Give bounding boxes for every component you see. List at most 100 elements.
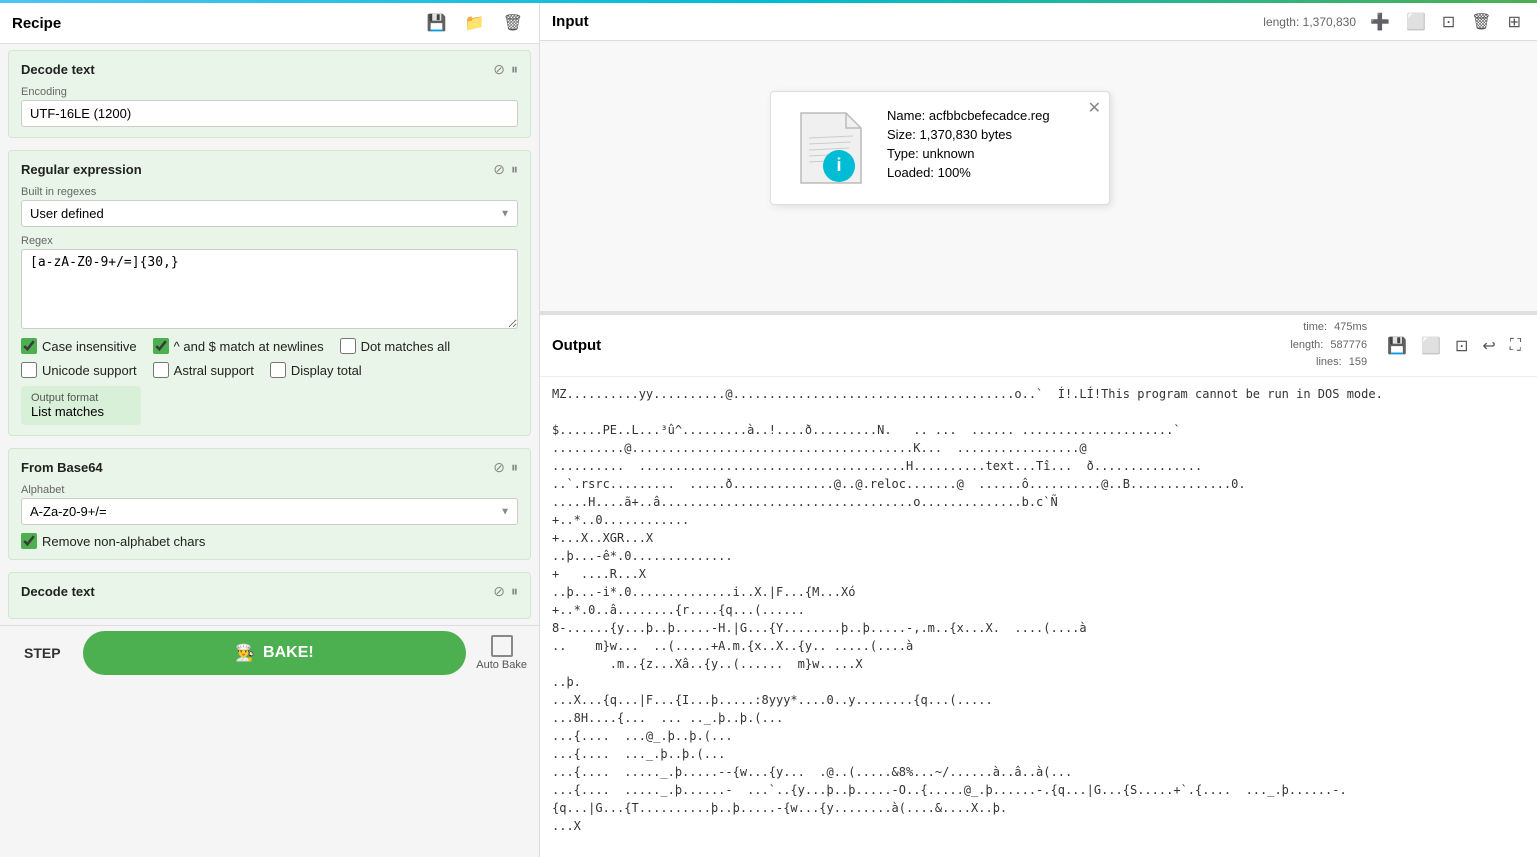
dot-matches-all-label: Dot matches all xyxy=(361,339,451,354)
output-format-label: Output format xyxy=(31,392,131,404)
alphabet-label: Alphabet xyxy=(21,484,518,496)
input-icons: ➕ ⬜ ⊡ 🗑 ⊞ xyxy=(1366,10,1525,34)
input-header: Input length: 1,370,830 ➕ ⬜ ⊡ 🗑 ⊞ xyxy=(540,3,1537,41)
input-meta: length: 1,370,830 xyxy=(1263,15,1356,29)
alphabet-row: A-Za-z0-9+/= xyxy=(21,498,518,525)
input-expand-button[interactable]: ⬜ xyxy=(1402,10,1430,34)
open-folder-button[interactable]: 📁 xyxy=(461,11,489,35)
step-button[interactable]: STEP xyxy=(12,637,73,669)
decode-text2-title: Decode text xyxy=(21,584,95,599)
file-type: Type: unknown xyxy=(887,146,1089,161)
svg-text:i: i xyxy=(836,155,841,175)
length-label: length: xyxy=(1290,339,1323,351)
input-add-button[interactable]: ➕ xyxy=(1366,10,1394,34)
output-format-value: List matches xyxy=(31,404,131,419)
case-insensitive-label: Case insensitive xyxy=(42,339,137,354)
output-title: Output xyxy=(552,337,601,354)
decode2-disable-button[interactable]: ⊘ xyxy=(493,583,505,600)
input-grid-button[interactable]: ⊞ xyxy=(1504,10,1525,34)
output-content: MZ..........yy..........@...............… xyxy=(540,377,1537,857)
astral-support-checkbox[interactable]: Astral support xyxy=(153,362,254,378)
bake-chef-icon: 👨‍🍳 xyxy=(235,643,255,663)
output-header: Output time: 475ms length: 587776 lines:… xyxy=(540,315,1537,377)
auto-bake-icon xyxy=(491,635,513,657)
output-section: Output time: 475ms length: 587776 lines:… xyxy=(540,314,1537,857)
regex-input[interactable]: [a-zA-Z0-9+/=]{30,} xyxy=(21,249,518,329)
recipe-header: Recipe 💾 📁 🗑 xyxy=(0,3,539,44)
save-button[interactable]: 💾 xyxy=(423,11,451,35)
close-file-card-button[interactable]: ✕ xyxy=(1088,98,1101,118)
output-icons: 💾 ⬜ ⊡ ↩ ⛶ xyxy=(1383,334,1525,358)
case-insensitive-checkbox[interactable]: Case insensitive xyxy=(21,338,137,354)
regex-collapse-button[interactable]: ⏸ xyxy=(511,161,518,178)
output-undo-button[interactable]: ↩ xyxy=(1478,334,1499,358)
right-panel: Input length: 1,370,830 ➕ ⬜ ⊡ 🗑 ⊞ xyxy=(540,3,1537,857)
from-base64-title: From Base64 xyxy=(21,460,103,475)
bake-button[interactable]: 👨‍🍳 BAKE! xyxy=(83,631,467,675)
file-icon-area: i xyxy=(791,108,871,188)
output-meta: time: 475ms length: 587776 lines: 159 xyxy=(1290,319,1367,372)
display-total-label: Display total xyxy=(291,363,362,378)
section-header-decode2: Decode text ⊘ ⏸ xyxy=(21,583,518,600)
lines-value: 159 xyxy=(1349,356,1367,368)
input-area: i Name: acfbbcbefecadce.reg Size: 1,370,… xyxy=(540,41,1537,311)
time-value: 475ms xyxy=(1334,321,1367,333)
encoding-input[interactable] xyxy=(21,100,518,127)
input-title: Input xyxy=(552,13,589,30)
base64-collapse-button[interactable]: ⏸ xyxy=(511,459,518,476)
regex-disable-button[interactable]: ⊘ xyxy=(493,161,505,178)
astral-support-label: Astral support xyxy=(174,363,254,378)
decode-collapse-button[interactable]: ⏸ xyxy=(511,61,518,78)
regex-section-title: Regular expression xyxy=(21,162,142,177)
output-format-box[interactable]: Output format List matches xyxy=(21,386,141,425)
file-info-card: i Name: acfbbcbefecadce.reg Size: 1,370,… xyxy=(770,91,1110,205)
output-copy-button[interactable]: ⬜ xyxy=(1417,334,1445,358)
delete-button[interactable]: 🗑 xyxy=(499,11,527,35)
section-header-decode: Decode text ⊘ ⏸ xyxy=(21,61,518,78)
file-info-text: Name: acfbbcbefecadce.reg Size: 1,370,83… xyxy=(887,108,1089,184)
alphabet-select[interactable]: A-Za-z0-9+/= xyxy=(21,498,518,525)
caret-dollar-label: ^ and $ match at newlines xyxy=(174,339,324,354)
output-save-button[interactable]: 💾 xyxy=(1383,334,1411,358)
caret-dollar-checkbox[interactable]: ^ and $ match at newlines xyxy=(153,338,324,354)
regex-label: Regex xyxy=(21,235,518,247)
unicode-support-label: Unicode support xyxy=(42,363,137,378)
main-layout: Recipe 💾 📁 🗑 Decode text ⊘ ⏸ Encoding R xyxy=(0,3,1537,857)
time-label: time: xyxy=(1303,321,1327,333)
length-value: 587776 xyxy=(1330,339,1367,351)
bottom-bar: STEP 👨‍🍳 BAKE! Auto Bake xyxy=(0,625,539,679)
alphabet-select-wrap: A-Za-z0-9+/= xyxy=(21,498,518,525)
section-header-regex: Regular expression ⊘ ⏸ xyxy=(21,161,518,178)
from-base64-section: From Base64 ⊘ ⏸ Alphabet A-Za-z0-9+/= Re… xyxy=(8,448,531,560)
decode-text-section: Decode text ⊘ ⏸ Encoding xyxy=(8,50,531,138)
base64-disable-button[interactable]: ⊘ xyxy=(493,459,505,476)
dot-matches-all-checkbox[interactable]: Dot matches all xyxy=(340,338,451,354)
bake-label: BAKE! xyxy=(263,644,314,662)
auto-bake-button[interactable]: Auto Bake xyxy=(476,635,527,671)
section-header-base64: From Base64 ⊘ ⏸ xyxy=(21,459,518,476)
regex-section: Regular expression ⊘ ⏸ Built in regexes … xyxy=(8,150,531,436)
file-name: Name: acfbbcbefecadce.reg xyxy=(887,108,1089,123)
recipe-title: Recipe xyxy=(12,15,61,32)
left-panel: Recipe 💾 📁 🗑 Decode text ⊘ ⏸ Encoding R xyxy=(0,3,540,857)
input-delete-button[interactable]: 🗑 xyxy=(1467,10,1495,34)
encoding-label: Encoding xyxy=(21,86,518,98)
decode-section-controls: ⊘ ⏸ xyxy=(493,61,518,78)
input-load-button[interactable]: ⊡ xyxy=(1438,10,1459,34)
decode-text2-section: Decode text ⊘ ⏸ xyxy=(8,572,531,619)
unicode-support-checkbox[interactable]: Unicode support xyxy=(21,362,137,378)
decode-disable-button[interactable]: ⊘ xyxy=(493,61,505,78)
file-icon: i xyxy=(791,108,871,188)
decode-text-title: Decode text xyxy=(21,62,95,77)
auto-bake-label: Auto Bake xyxy=(476,659,527,671)
built-in-label: Built in regexes xyxy=(21,186,518,198)
remove-non-alphabet-checkbox[interactable]: Remove non-alphabet chars xyxy=(21,533,518,549)
built-in-select[interactable]: User defined xyxy=(21,200,518,227)
checkboxes-row: Case insensitive ^ and $ match at newlin… xyxy=(21,338,518,378)
output-fullscreen-button[interactable]: ⛶ xyxy=(1506,334,1525,358)
decode2-collapse-button[interactable]: ⏸ xyxy=(511,583,518,600)
output-swap-button[interactable]: ⊡ xyxy=(1451,334,1472,358)
base64-section-controls: ⊘ ⏸ xyxy=(493,459,518,476)
lines-label: lines: xyxy=(1316,356,1342,368)
display-total-checkbox[interactable]: Display total xyxy=(270,362,362,378)
